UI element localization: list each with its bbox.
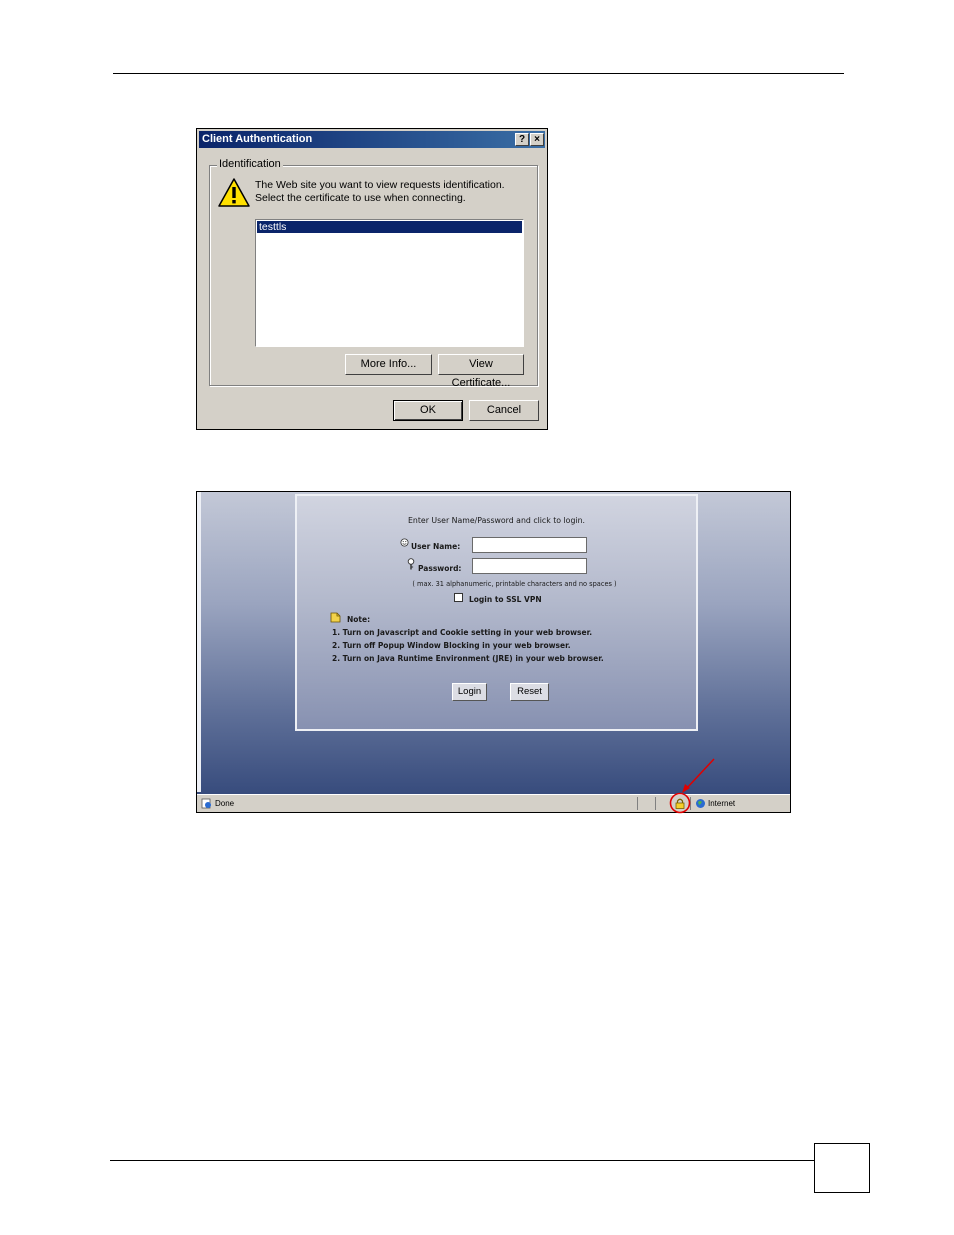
password-input[interactable] [472,558,587,574]
note-icon [330,612,341,623]
more-info-button[interactable]: More Info... [345,354,432,375]
annotation-arrow-icon [669,758,715,814]
reset-button[interactable]: Reset [510,683,549,701]
page-number-box [814,1143,870,1193]
login-button[interactable]: Login [452,683,487,701]
password-label: Password: [418,564,462,573]
ok-button[interactable]: OK [393,400,463,421]
view-certificate-button[interactable]: View Certificate... [438,354,524,389]
username-input[interactable] [472,537,587,553]
dialog-title: Client Authentication [202,133,313,145]
login-panel: Enter User Name/Password and click to lo… [295,494,698,731]
login-prompt: Enter User Name/Password and click to lo… [407,516,585,525]
certificate-list[interactable]: testtls [255,219,524,347]
help-button[interactable]: ? [515,133,529,146]
certificate-item-testtls[interactable]: testtls [257,221,522,233]
user-icon [400,538,409,547]
message-line-2: Select the certificate to use when conne… [255,192,466,204]
note-label: Note: [347,615,371,624]
dialog-title-bar: Client Authentication ? × [199,131,545,148]
bottom-rule [110,1160,814,1161]
warning-icon [218,178,250,207]
note-item-1: 1. Turn on Javascript and Cookie setting… [332,628,593,637]
cancel-button[interactable]: Cancel [469,400,539,421]
ssl-vpn-checkbox[interactable] [454,593,463,602]
ssl-vpn-label: Login to SSL VPN [469,595,542,604]
page-done-icon [201,798,211,809]
identification-label: Identification [217,158,283,170]
message-line-1: The Web site you want to view requests i… [255,179,505,191]
username-label: User Name: [411,542,461,551]
status-text: Done [215,799,235,808]
key-icon [407,558,415,570]
password-hint: ( max. 31 alphanumeric, printable charac… [412,580,617,588]
identification-message: The Web site you want to view requests i… [255,179,505,205]
browser-left-edge [197,492,201,792]
note-item-2: 2. Turn off Popup Window Blocking in you… [332,641,571,650]
status-divider [637,797,638,810]
client-authentication-dialog: Client Authentication ? × Identification… [196,128,548,430]
status-divider [655,797,656,810]
top-rule [113,73,844,74]
note-item-3: 2. Turn on Java Runtime Environment (JRE… [332,654,604,663]
close-button[interactable]: × [530,133,544,146]
